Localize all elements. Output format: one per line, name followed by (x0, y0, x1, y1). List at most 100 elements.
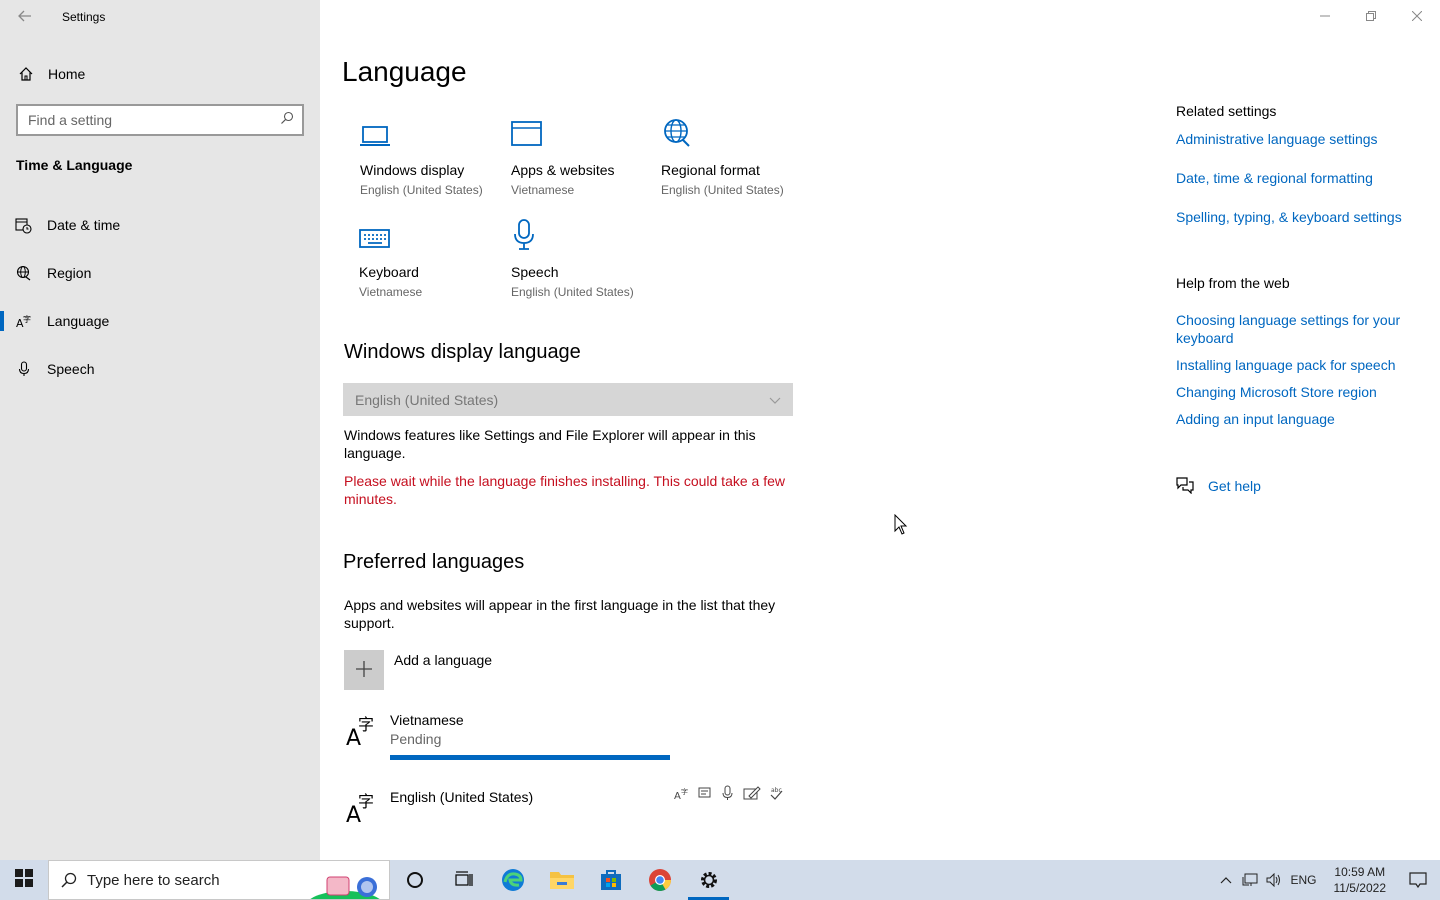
laptop-icon (360, 114, 500, 148)
microphone-icon (511, 216, 651, 250)
file-explorer-icon[interactable] (537, 860, 586, 900)
search-highlight-icon (307, 871, 387, 899)
clock-date: 11/5/2022 (1333, 881, 1387, 895)
taskbar: Type here to search ENG 10:59 AM 11/5/20… (0, 860, 1440, 900)
task-view-icon[interactable] (439, 860, 488, 900)
microsoft-store-icon[interactable] (586, 860, 635, 900)
tile-value: English (United States) (661, 183, 784, 197)
language-features: A字 abc (674, 785, 784, 806)
preferred-languages-heading: Preferred languages (343, 551, 525, 573)
settings-search-box[interactable] (16, 104, 304, 136)
taskbar-search-placeholder: Type here to search (87, 871, 220, 889)
sidebar-item-label: Region (47, 265, 92, 281)
link-administrative-language-settings[interactable]: Administrative language settings (1176, 130, 1378, 148)
add-language-label[interactable]: Add a language (394, 652, 492, 668)
settings-search-input[interactable] (28, 112, 280, 128)
svg-text:字: 字 (681, 787, 688, 796)
link-adding-input-language[interactable]: Adding an input language (1176, 410, 1335, 428)
add-language-button[interactable] (344, 650, 384, 690)
display-language-feature-icon: A字 (674, 785, 690, 806)
start-button[interactable] (0, 860, 48, 900)
keyboard-icon (359, 216, 499, 250)
link-installing-language-pack[interactable]: Installing language pack for speech (1176, 356, 1395, 374)
category-title: Time & Language (16, 157, 133, 173)
settings-app-icon[interactable] (684, 860, 733, 900)
volume-icon[interactable] (1262, 873, 1286, 887)
windows-logo-icon (15, 868, 33, 892)
language-icon: A字 (344, 711, 378, 752)
nav-home-label: Home (48, 66, 86, 82)
minimize-icon[interactable] (1302, 0, 1348, 32)
display-language-dropdown[interactable]: English (United States) (343, 383, 793, 416)
nav-home[interactable]: Home (0, 60, 320, 88)
edge-browser-icon[interactable] (488, 860, 537, 900)
tile-name: Apps & websites (511, 162, 615, 178)
regional-format-icon (661, 114, 801, 148)
install-progress-bar (390, 755, 670, 760)
get-help-icon[interactable] (1175, 476, 1195, 499)
sidebar-item-date-time[interactable]: Date & time (0, 207, 320, 243)
link-date-time-regional-formatting[interactable]: Date, time & regional formatting (1176, 169, 1373, 187)
mouse-cursor-icon (894, 513, 908, 541)
tile-name: Windows display (360, 162, 465, 178)
tile-value: Vietnamese (359, 285, 423, 299)
tile-name: Keyboard (359, 264, 419, 280)
language-item-english[interactable]: English (United States) (390, 789, 533, 805)
svg-text:A: A (674, 791, 681, 801)
clock-time: 10:59 AM (1334, 865, 1386, 879)
chevron-up-icon[interactable] (1214, 876, 1238, 884)
tile-name: Regional format (661, 162, 760, 178)
link-spelling-typing-keyboard-settings[interactable]: Spelling, typing, & keyboard settings (1176, 208, 1402, 226)
restore-icon[interactable] (1348, 0, 1394, 32)
tile-regional-format[interactable]: Regional format English (United States) (661, 114, 801, 197)
svg-text:字: 字 (23, 314, 31, 324)
tile-windows-display[interactable]: Windows display English (United States) (360, 114, 500, 197)
sidebar: Settings Home Time & Language Date & tim… (0, 0, 320, 860)
plus-icon (356, 656, 372, 684)
taskbar-clock[interactable]: 10:59 AM 11/5/2022 (1334, 864, 1387, 896)
language-name: English (United States) (390, 789, 534, 805)
display-language-heading: Windows display language (344, 341, 581, 363)
microphone-icon (0, 361, 47, 377)
globe-icon (0, 265, 47, 281)
sidebar-item-speech[interactable]: Speech (0, 351, 320, 387)
window-icon (511, 114, 651, 148)
svg-text:字: 字 (358, 715, 374, 734)
input-language-indicator[interactable]: ENG (1286, 873, 1322, 887)
sidebar-item-label: Language (47, 313, 110, 329)
sidebar-item-language[interactable]: A字 Language (0, 303, 320, 339)
link-choosing-language-settings[interactable]: Choosing language settings for your keyb… (1176, 311, 1416, 347)
language-status: Pending (390, 731, 442, 747)
tile-apps-websites[interactable]: Apps & websites Vietnamese (511, 114, 651, 197)
back-arrow-icon[interactable] (14, 6, 36, 26)
close-icon[interactable] (1394, 0, 1440, 32)
page-title: Language (342, 56, 467, 87)
tile-speech[interactable]: Speech English (United States) (511, 216, 651, 299)
handwriting-icon (743, 785, 761, 806)
dropdown-value: English (United States) (355, 391, 499, 408)
svg-text:字: 字 (358, 792, 374, 811)
notification-icon[interactable] (1396, 872, 1440, 888)
tile-value: English (United States) (511, 285, 634, 299)
calendar-clock-icon (0, 217, 47, 234)
sidebar-item-region[interactable]: Region (0, 255, 320, 291)
language-item-vietnamese[interactable]: Vietnamese Pending (390, 712, 464, 747)
network-icon[interactable] (1238, 873, 1262, 887)
tile-keyboard[interactable]: Keyboard Vietnamese (359, 216, 499, 299)
tile-value: Vietnamese (511, 183, 575, 197)
related-settings-heading: Related settings (1176, 103, 1277, 119)
chrome-browser-icon[interactable] (635, 860, 684, 900)
language-icon: A字 (344, 788, 378, 829)
tile-name: Speech (511, 264, 559, 280)
get-help-link[interactable]: Get help (1208, 477, 1261, 495)
search-icon[interactable] (280, 111, 294, 130)
language-name: Vietnamese (390, 712, 464, 728)
cortana-icon[interactable] (390, 860, 439, 900)
taskbar-search-box[interactable]: Type here to search (48, 860, 390, 900)
sidebar-item-label: Speech (47, 361, 95, 377)
preferred-languages-description: Apps and websites will appear in the fir… (344, 597, 776, 631)
link-changing-store-region[interactable]: Changing Microsoft Store region (1176, 383, 1377, 401)
microphone-icon (720, 785, 736, 806)
sidebar-item-label: Date & time (47, 217, 121, 233)
language-icon: A字 (0, 313, 47, 329)
